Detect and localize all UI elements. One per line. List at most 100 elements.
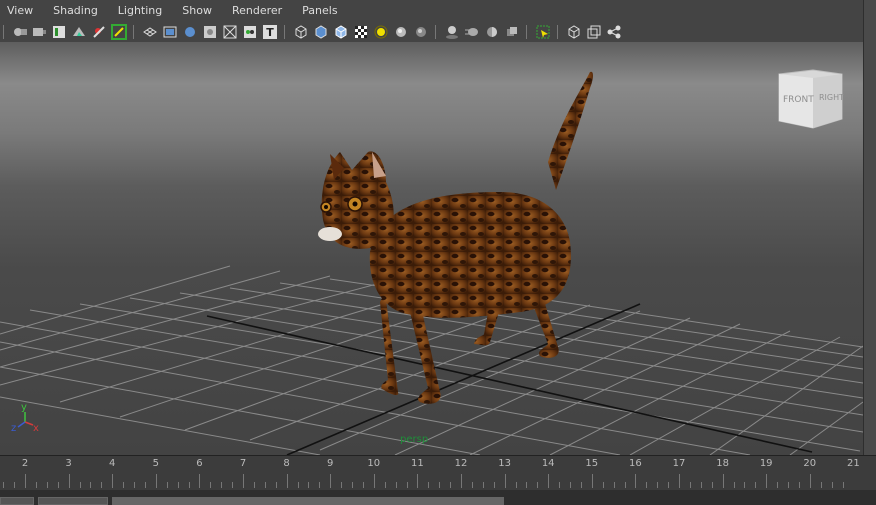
grid-icon[interactable] [142,24,158,40]
image-plane-icon[interactable] [71,24,87,40]
toolbar-separator [557,25,558,39]
timeline-tick [591,474,593,488]
timeline-frame-label: 5 [152,458,159,469]
timeline-tick [700,482,702,488]
safe-title-icon[interactable]: T [262,24,278,40]
menu-show[interactable]: Show [179,0,215,22]
four-view-icon[interactable] [586,24,602,40]
timeline-tick [755,482,757,488]
menu-panels[interactable]: Panels [299,0,340,22]
timeline-frame-label: 15 [585,458,599,469]
anti-aliasing-icon[interactable] [484,24,500,40]
timeline-tick [352,482,353,488]
ambient-occlusion-icon[interactable] [444,24,460,40]
film-gate-icon[interactable] [162,24,178,40]
use-all-lights-icon[interactable] [373,24,389,40]
menu-view[interactable]: View [4,0,36,22]
timeline-frame-label: 19 [759,458,773,469]
timeline-tick [166,482,168,488]
view-cube[interactable]: FRONT RIGHT [778,69,844,129]
wireframe-icon[interactable] [293,24,309,40]
timeline-tick [515,482,517,488]
toolbar-separator [435,25,436,39]
timeline-tick [570,482,571,488]
timeline-tick [668,482,670,488]
safe-action-icon[interactable] [242,24,258,40]
perspective-viewport[interactable]: FRONT RIGHT y z x persp [0,42,863,455]
timeline-tick [35,482,37,488]
toolbar-separator [3,25,4,39]
toolbar-separator [133,25,134,39]
time-slider[interactable]: 2 3 4 5 6 7 8 9 10 11 12 13 14 15 16 17 18 19 20 21 [0,455,876,490]
timeline-tick [613,482,615,488]
timeline-frame-label: 2 [21,458,29,469]
motion-blur-icon[interactable] [464,24,480,40]
textured-icon[interactable] [353,24,369,40]
timeline-frame-label: 7 [239,458,247,469]
timeline-tick [624,482,626,488]
timeline-tick [395,482,397,488]
grease-pencil-icon[interactable] [111,24,127,40]
timeline-tick [711,482,713,488]
timeline-tick [155,474,157,488]
range-slider-bar[interactable] [112,497,504,505]
timeline-tick [798,482,800,488]
timeline-tick [537,482,539,488]
resolution-gate-icon[interactable] [182,24,198,40]
timeline-frame-label: 16 [629,458,642,469]
menu-shading[interactable]: Shading [50,0,101,22]
node-network-icon[interactable] [606,24,622,40]
isolate-select-icon[interactable] [535,24,551,40]
timeline-tick [134,482,135,488]
timeline-frame-label: 11 [411,458,424,469]
range-slider[interactable] [0,490,876,505]
bookmarks-icon[interactable] [51,24,67,40]
grid-axes [206,303,813,455]
select-camera-icon[interactable] [12,24,28,40]
axis-x-label: x [33,423,39,434]
wireframe-on-shaded-icon[interactable] [333,24,349,40]
menu-lighting[interactable]: Lighting [115,0,165,22]
field-chart-icon[interactable] [222,24,238,40]
range-playback-start-field[interactable] [38,497,108,505]
timeline-tick [439,482,441,488]
timeline-tick [722,474,724,488]
timeline-tick [177,482,179,488]
timeline-tick [14,482,16,488]
timeline-tick [308,482,310,488]
timeline-tick [646,482,648,488]
timeline-tick [406,482,408,488]
timeline-frame-label: 4 [109,458,116,469]
view-cube-front-label: FRONT [783,95,814,105]
xray-icon[interactable] [413,24,429,40]
timeline-tick [101,482,103,488]
timeline-tick [373,474,375,488]
timeline-tick [253,482,255,488]
smooth-shade-icon[interactable] [313,24,329,40]
timeline-tick [341,482,343,488]
timeline-tick [417,474,419,488]
timeline-tick [264,482,266,488]
range-start-field[interactable] [0,497,34,505]
timeline-tick [3,482,5,488]
timeline-tick [319,482,321,488]
timeline-tick [46,482,48,488]
timeline-tick [733,482,735,488]
timeline-tick [766,474,768,488]
timeline-tick [68,474,70,488]
menu-renderer[interactable]: Renderer [229,0,285,22]
timeline-tick [362,482,364,488]
safe-title-glyph: T [266,25,274,39]
shadows-icon[interactable] [393,24,409,40]
timeline-tick [144,482,146,488]
timeline-frame-label: 8 [283,458,290,469]
camera-attributes-icon[interactable] [31,24,47,40]
single-view-icon[interactable] [566,24,582,40]
cat-model[interactable] [318,71,593,404]
timeline-tick [679,474,680,488]
2d-pan-zoom-icon[interactable] [91,24,107,40]
timeline-tick [602,482,604,488]
gate-mask-icon[interactable] [202,24,218,40]
depth-of-field-icon[interactable] [504,24,520,40]
timeline-frame-label: 3 [65,458,72,469]
